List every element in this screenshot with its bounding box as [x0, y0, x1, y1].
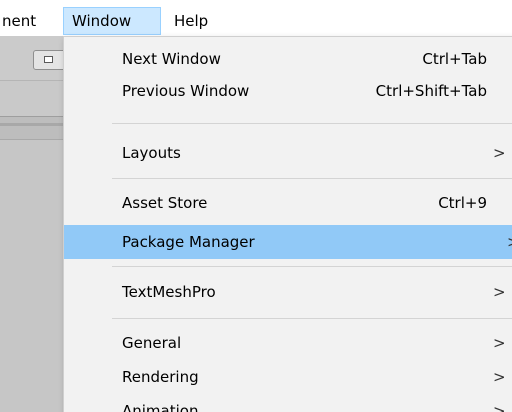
menu-separator	[112, 178, 512, 179]
menu-item-label: TextMeshPro	[122, 283, 216, 301]
menu-item-shortcut: Ctrl+Shift+Tab	[375, 82, 487, 100]
chevron-right-icon: >	[493, 368, 506, 386]
menu-item-shortcut: Ctrl+9	[438, 194, 487, 212]
menu-item-next-window[interactable]: Next Window Ctrl+Tab	[64, 43, 512, 75]
menu-item-label: Rendering	[122, 368, 199, 386]
menu-item-asset-store[interactable]: Asset Store Ctrl+9	[64, 187, 512, 219]
menu-item-animation[interactable]: Animation >	[64, 395, 512, 412]
menu-item-label: Asset Store	[122, 194, 208, 212]
chevron-right-icon: >	[507, 225, 512, 259]
menu-separator	[112, 318, 512, 319]
chevron-right-icon: >	[493, 334, 506, 352]
menu-separator	[112, 123, 512, 124]
menu-item-label: Animation	[122, 402, 199, 412]
menu-item-rendering[interactable]: Rendering >	[64, 361, 512, 393]
menu-item-previous-window[interactable]: Previous Window Ctrl+Shift+Tab	[64, 75, 512, 107]
menu-help[interactable]: Help	[166, 7, 226, 35]
menu-window[interactable]: Window	[63, 7, 161, 35]
tool-icon	[44, 56, 53, 63]
menu-bar: nent Window Help	[0, 0, 512, 36]
menu-item-label: Next Window	[122, 50, 221, 68]
menu-item-shortcut: Ctrl+Tab	[422, 50, 487, 68]
chevron-right-icon: >	[493, 283, 506, 301]
menu-item-layouts[interactable]: Layouts >	[64, 137, 512, 169]
menu-item-label: General	[122, 334, 182, 352]
menu-item-textmeshpro[interactable]: TextMeshPro >	[64, 276, 512, 308]
menu-item-general[interactable]: General >	[64, 327, 512, 359]
menu-item-label: Package Manager	[122, 233, 255, 251]
window-menu-dropdown: Next Window Ctrl+Tab Previous Window Ctr…	[63, 36, 512, 412]
menu-item-package-manager[interactable]: Package Manager >	[64, 225, 512, 259]
menu-item-label: Previous Window	[122, 82, 250, 100]
menu-component[interactable]: nent	[0, 7, 62, 35]
chevron-right-icon: >	[493, 144, 506, 162]
unity-editor-window: nent Window Help Next Window Ctrl+Tab Pr…	[0, 0, 512, 412]
menu-separator	[112, 266, 512, 267]
menu-item-label: Layouts	[122, 144, 181, 162]
chevron-right-icon: >	[493, 402, 506, 412]
